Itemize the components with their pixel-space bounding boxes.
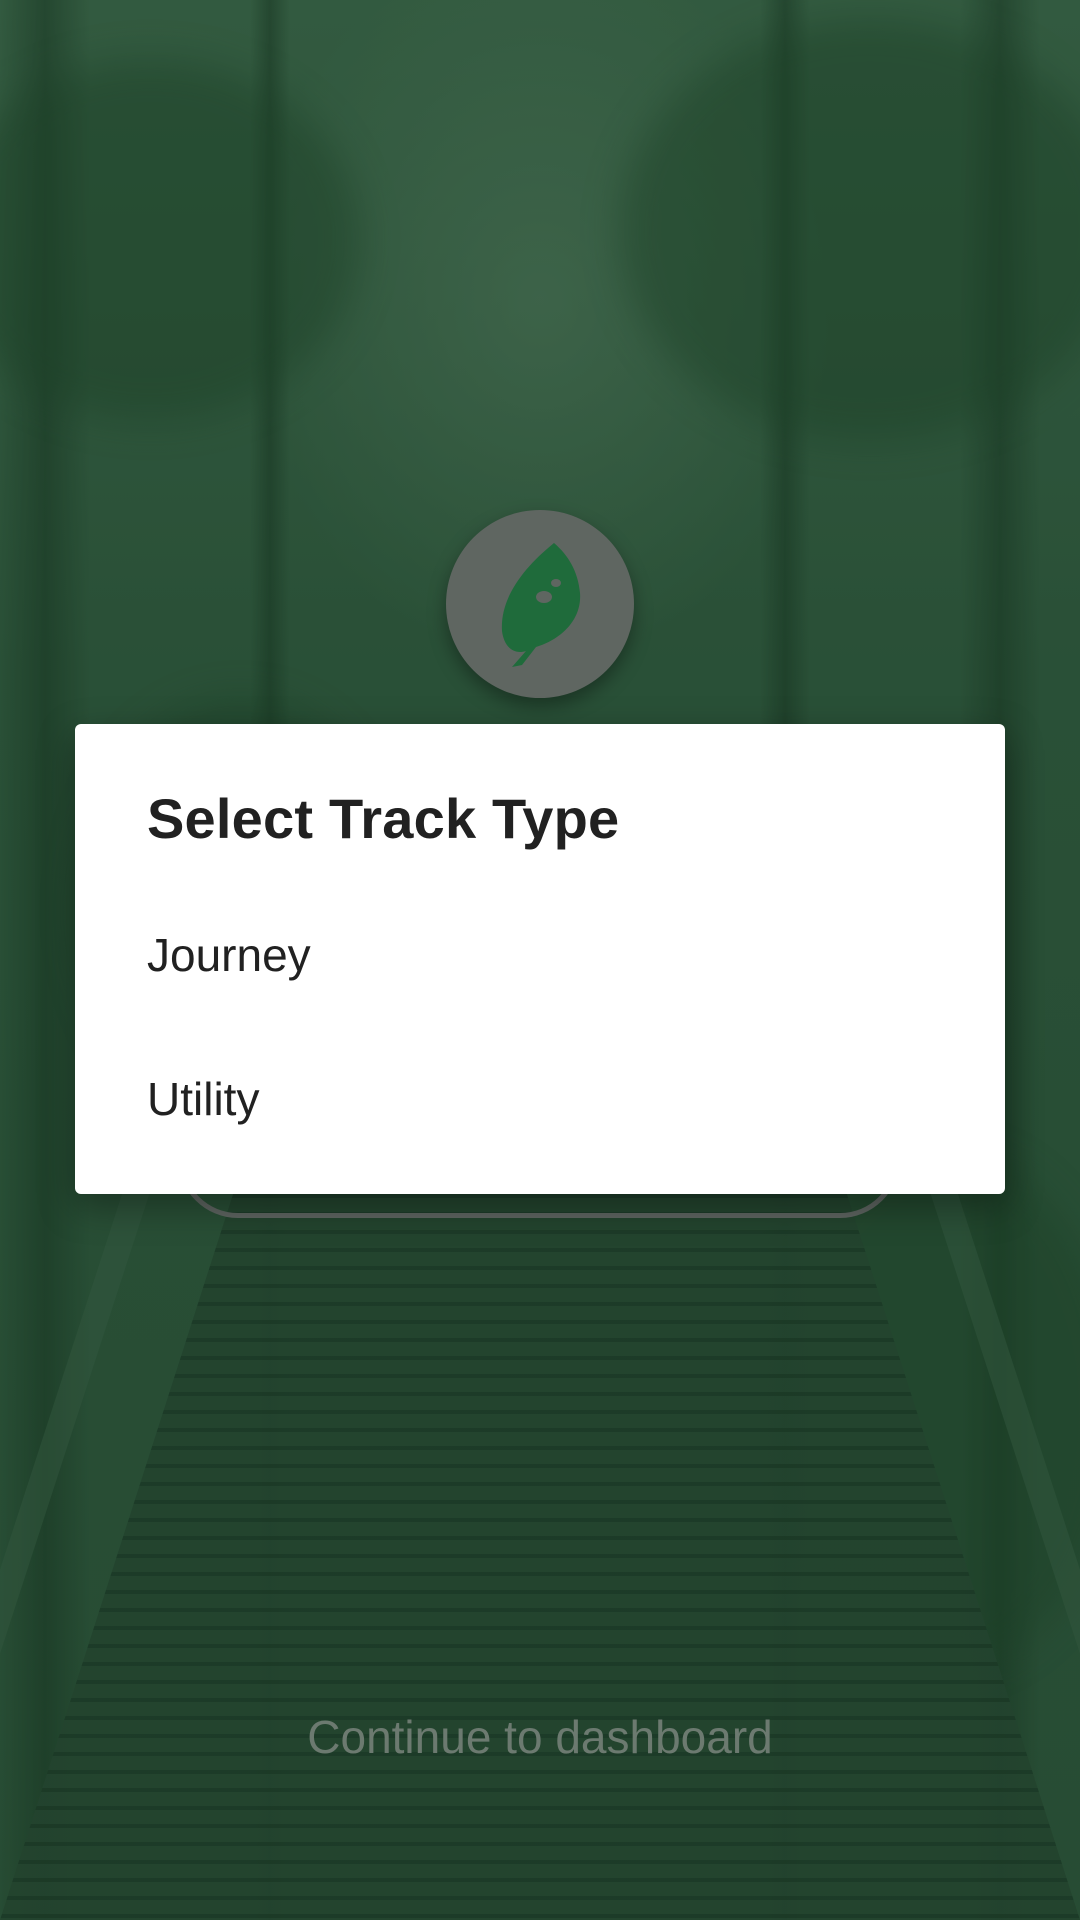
app-logo: [446, 510, 634, 698]
option-journey[interactable]: Journey: [75, 890, 1005, 1020]
option-label: Journey: [147, 929, 311, 981]
leaf-icon: [501, 543, 581, 667]
dialog-title: Select Track Type: [147, 787, 620, 850]
option-label: Utility: [147, 1073, 260, 1125]
continue-to-dashboard-link[interactable]: Continue to dashboard: [0, 1710, 1080, 1764]
option-utility[interactable]: Utility: [75, 1034, 1005, 1164]
